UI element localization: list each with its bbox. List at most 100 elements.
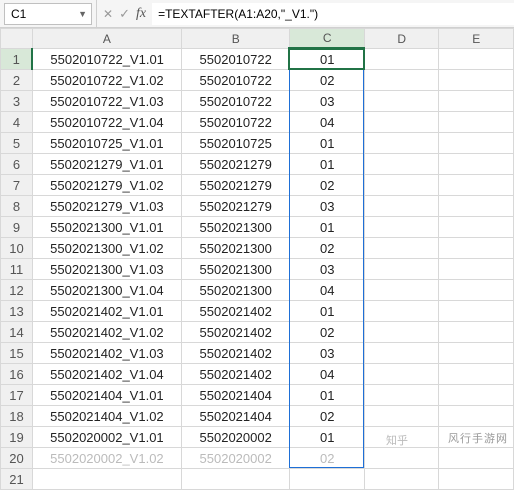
column-header-e[interactable]: E (439, 29, 514, 49)
row-header[interactable]: 7 (1, 175, 33, 196)
fx-icon[interactable]: fx (136, 6, 146, 22)
cell[interactable] (364, 385, 439, 406)
cell[interactable] (439, 448, 514, 469)
cell[interactable] (439, 196, 514, 217)
cell[interactable]: 5502021404_V1.01 (32, 385, 181, 406)
cell[interactable] (364, 133, 439, 154)
row-header[interactable]: 20 (1, 448, 33, 469)
cell[interactable]: 5502010725 (181, 133, 290, 154)
row-header[interactable]: 1 (1, 49, 33, 70)
column-header-a[interactable]: A (32, 29, 181, 49)
cell[interactable]: 5502020002_V1.01 (32, 427, 181, 448)
row-header[interactable]: 6 (1, 154, 33, 175)
column-header-c[interactable]: C (290, 29, 365, 49)
cell[interactable]: 5502021300 (181, 280, 290, 301)
row-header[interactable]: 5 (1, 133, 33, 154)
row-header[interactable]: 15 (1, 343, 33, 364)
chevron-down-icon[interactable]: ▼ (78, 9, 87, 19)
formula-input[interactable] (152, 3, 514, 25)
cell[interactable] (439, 238, 514, 259)
row-header[interactable]: 19 (1, 427, 33, 448)
cell[interactable] (364, 469, 439, 490)
cell[interactable]: 02 (290, 238, 365, 259)
cell[interactable]: 5502021402 (181, 364, 290, 385)
cell[interactable] (364, 280, 439, 301)
row-header[interactable]: 3 (1, 91, 33, 112)
cell[interactable] (364, 91, 439, 112)
cell[interactable]: 5502021300_V1.04 (32, 280, 181, 301)
cell[interactable] (364, 322, 439, 343)
cell[interactable]: 03 (290, 91, 365, 112)
row-header[interactable]: 8 (1, 196, 33, 217)
cell[interactable] (364, 175, 439, 196)
cell[interactable]: 5502021300 (181, 217, 290, 238)
cell[interactable] (439, 385, 514, 406)
cell[interactable]: 5502021404 (181, 406, 290, 427)
cell[interactable] (439, 343, 514, 364)
cell[interactable] (181, 469, 290, 490)
row-header[interactable]: 4 (1, 112, 33, 133)
cell[interactable]: 5502010722 (181, 91, 290, 112)
cell[interactable] (364, 406, 439, 427)
cell[interactable]: 5502010725_V1.01 (32, 133, 181, 154)
cell[interactable]: 5502021404 (181, 385, 290, 406)
cell[interactable] (364, 364, 439, 385)
cell[interactable] (439, 133, 514, 154)
cell[interactable]: 5502010722_V1.03 (32, 91, 181, 112)
cell[interactable]: 5502021402 (181, 322, 290, 343)
cell[interactable]: 01 (290, 154, 365, 175)
cell[interactable]: 5502021402 (181, 343, 290, 364)
cell[interactable]: 5502021402_V1.03 (32, 343, 181, 364)
cell[interactable] (439, 70, 514, 91)
cell[interactable]: 5502021279 (181, 175, 290, 196)
cell[interactable] (439, 301, 514, 322)
cell[interactable]: 5502021300_V1.03 (32, 259, 181, 280)
row-header[interactable]: 9 (1, 217, 33, 238)
cell[interactable] (364, 49, 439, 70)
cell[interactable] (439, 280, 514, 301)
cell[interactable]: 02 (290, 175, 365, 196)
cell[interactable]: 01 (290, 49, 365, 70)
row-header[interactable]: 2 (1, 70, 33, 91)
cell[interactable] (439, 364, 514, 385)
cell[interactable] (439, 112, 514, 133)
cell[interactable] (439, 91, 514, 112)
cell[interactable]: 5502021402 (181, 301, 290, 322)
cell[interactable] (290, 469, 365, 490)
cell[interactable]: 5502021279 (181, 196, 290, 217)
cell[interactable] (364, 112, 439, 133)
cell[interactable] (364, 217, 439, 238)
cell[interactable] (439, 322, 514, 343)
row-header[interactable]: 18 (1, 406, 33, 427)
row-header[interactable]: 16 (1, 364, 33, 385)
cell[interactable]: 5502021279_V1.02 (32, 175, 181, 196)
cell[interactable]: 04 (290, 280, 365, 301)
cell[interactable] (439, 217, 514, 238)
cell[interactable]: 01 (290, 217, 365, 238)
cell[interactable] (439, 259, 514, 280)
cell[interactable]: 5502021279 (181, 154, 290, 175)
column-header-b[interactable]: B (181, 29, 290, 49)
cell[interactable]: 5502021300_V1.02 (32, 238, 181, 259)
cell[interactable]: 03 (290, 259, 365, 280)
cell[interactable]: 03 (290, 343, 365, 364)
cell[interactable] (364, 301, 439, 322)
accept-icon[interactable]: ✓ (119, 6, 130, 22)
cell[interactable]: 5502010722_V1.01 (32, 49, 181, 70)
column-header-d[interactable]: D (364, 29, 439, 49)
cell[interactable]: 04 (290, 364, 365, 385)
row-header[interactable]: 14 (1, 322, 33, 343)
row-header[interactable]: 13 (1, 301, 33, 322)
cell[interactable]: 04 (290, 112, 365, 133)
row-header[interactable]: 17 (1, 385, 33, 406)
cell[interactable]: 5502021402_V1.04 (32, 364, 181, 385)
cell[interactable] (439, 469, 514, 490)
row-header[interactable]: 12 (1, 280, 33, 301)
row-header[interactable]: 10 (1, 238, 33, 259)
cell[interactable] (364, 343, 439, 364)
cell[interactable] (439, 175, 514, 196)
cell[interactable]: 5502021402_V1.02 (32, 322, 181, 343)
cell[interactable]: 5502021300_V1.01 (32, 217, 181, 238)
cell[interactable]: 02 (290, 70, 365, 91)
cell[interactable]: 5502021402_V1.01 (32, 301, 181, 322)
